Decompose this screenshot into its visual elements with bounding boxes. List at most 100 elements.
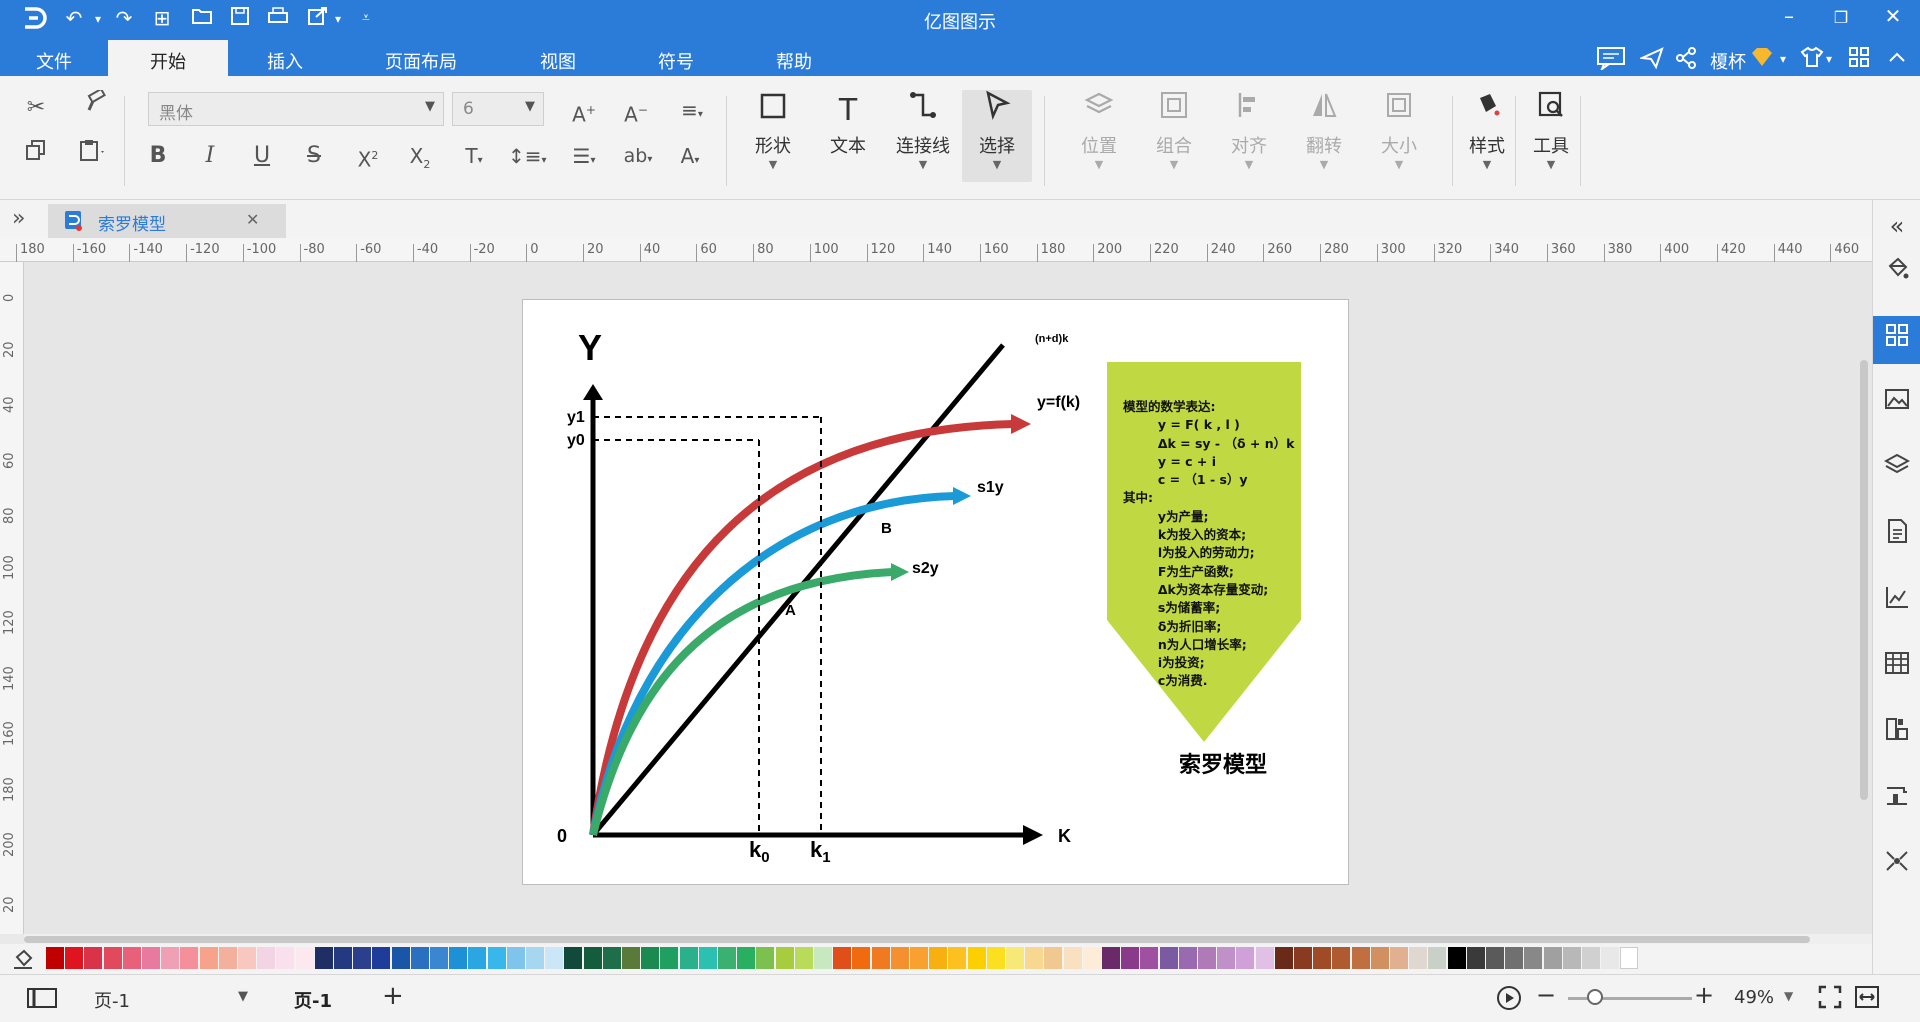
color-swatch[interactable] [1524,947,1543,969]
connector-button[interactable]: 连接线 ▼ [888,90,958,182]
menu-help[interactable]: 帮助 [776,48,812,74]
font-size-select[interactable]: 6 ▼ [452,92,544,126]
color-swatch[interactable] [295,947,314,969]
collapse-panel-icon[interactable]: « [1879,206,1915,246]
tools-button[interactable]: 工具 ▼ [1516,90,1586,182]
page-selector-dropdown-icon[interactable]: ▼ [238,989,248,1004]
decrease-font-icon[interactable]: A− [618,92,654,128]
subscript-icon[interactable]: X2 [402,138,438,174]
color-swatch[interactable] [641,947,660,969]
color-swatch[interactable] [1140,947,1159,969]
comment-icon[interactable] [1596,46,1626,75]
font-family-select[interactable]: 黑体 ▼ [148,92,444,126]
color-swatch[interactable] [142,947,160,969]
drawing-page[interactable]: Y K 0 y1 y0 k0 k1 (n+d)k y=f(k) s1y s2y … [522,299,1349,885]
color-swatch[interactable] [161,947,180,969]
fit-width-icon[interactable] [1854,985,1880,1013]
color-swatch[interactable] [756,947,775,969]
select-button[interactable]: 选择 ▼ [962,90,1032,182]
superscript-icon[interactable]: X2 [350,138,386,174]
line-spacing-icon[interactable]: ↕≡▾ [508,138,547,174]
restore-icon[interactable]: ❐ [1826,8,1856,38]
menu-home[interactable]: 开始 [108,40,228,76]
table-icon[interactable] [1879,648,1915,688]
color-swatch[interactable] [449,947,468,969]
add-page-icon[interactable]: + [382,981,404,1011]
zoom-dropdown-icon[interactable]: ▼ [1784,989,1793,1003]
color-swatch[interactable] [46,947,64,969]
color-swatch[interactable] [775,947,794,969]
color-swatch[interactable] [487,947,506,969]
page-tab[interactable]: 页-1 [294,987,332,1013]
color-swatch[interactable] [391,947,410,969]
color-swatch[interactable] [1390,947,1408,969]
color-swatch[interactable] [679,947,698,969]
color-swatch[interactable] [353,947,372,969]
flip-button[interactable]: 翻转 ▼ [1289,90,1359,182]
font-color-icon[interactable]: A▾ [672,138,708,174]
cut-icon[interactable]: ✂ [18,90,54,126]
user-name[interactable]: 榎杯 [1710,48,1746,74]
vip-diamond-icon[interactable] [1750,46,1774,73]
color-swatch[interactable] [910,947,928,969]
color-swatch[interactable] [1505,947,1524,969]
page-icon[interactable] [1879,516,1915,556]
color-swatch[interactable] [622,947,640,969]
close-tab-icon[interactable]: ✕ [246,210,259,229]
color-swatch[interactable] [852,947,871,969]
image-icon[interactable] [1879,384,1915,424]
color-swatch[interactable] [1274,947,1293,969]
color-swatch[interactable] [372,947,391,969]
color-swatch[interactable] [583,947,602,969]
color-swatch[interactable] [1178,947,1197,969]
position-button[interactable]: 位置 ▼ [1064,90,1134,182]
color-swatch[interactable] [122,947,141,969]
color-swatch[interactable] [1044,947,1063,969]
close-window-icon[interactable]: ✕ [1878,4,1908,34]
format-painter-icon[interactable] [78,87,114,126]
color-swatch[interactable] [65,947,84,969]
chart-icon[interactable] [1879,582,1915,622]
color-swatch[interactable] [1063,947,1082,969]
menu-view[interactable]: 视图 [540,48,576,74]
color-swatch[interactable] [967,947,986,969]
color-swatch[interactable] [1159,947,1178,969]
group-button[interactable]: 组合 ▼ [1139,90,1209,182]
color-swatch[interactable] [929,947,948,969]
color-swatch[interactable] [1409,947,1428,969]
fill-icon[interactable] [1879,254,1915,294]
zoom-in-icon[interactable]: + [1694,981,1714,1009]
color-swatch[interactable] [602,947,621,969]
color-swatch[interactable] [814,947,832,969]
paste-icon[interactable] [74,138,110,174]
align-button[interactable]: 对齐 ▼ [1214,90,1284,182]
zoom-level[interactable]: 49% [1734,987,1774,1008]
color-swatch[interactable] [1236,947,1255,969]
horizontal-scrollbar[interactable] [24,934,1872,944]
color-swatch[interactable] [1543,947,1562,969]
layout-grid-icon[interactable] [1873,316,1920,364]
color-swatch[interactable] [506,947,525,969]
color-swatch[interactable] [199,947,218,969]
play-icon[interactable] [1496,985,1522,1015]
color-swatch[interactable] [794,947,813,969]
theme-dropdown-icon[interactable]: ▾ [1826,52,1832,66]
color-swatch[interactable] [314,947,333,969]
color-swatch[interactable] [660,947,679,969]
collapse-ribbon-icon[interactable] [1886,46,1908,73]
share-icon[interactable] [1674,46,1698,75]
theme-shirt-icon[interactable] [1800,46,1824,73]
color-swatch[interactable] [238,947,256,969]
bold-icon[interactable]: B [140,138,176,174]
color-swatch[interactable] [526,947,544,969]
color-swatch[interactable] [948,947,967,969]
horizontal-scroll-thumb[interactable] [24,936,1810,943]
color-swatch[interactable] [1582,947,1600,969]
strikethrough-icon[interactable]: S [296,138,332,174]
menu-file[interactable]: 文件 [36,48,72,74]
color-swatch[interactable] [871,947,890,969]
color-swatch[interactable] [718,947,736,969]
text-format-icon[interactable]: T▾ [456,138,492,174]
menu-symbol[interactable]: 符号 [658,48,694,74]
apps-grid-icon[interactable] [1848,46,1870,73]
